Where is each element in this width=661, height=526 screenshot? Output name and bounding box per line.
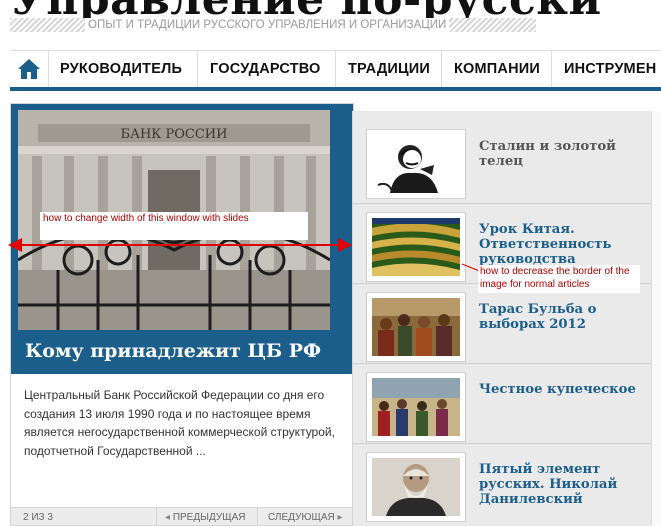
annotation-arrows <box>8 238 483 273</box>
annotation-image-border-text: how to decrease the border of the image … <box>480 266 630 290</box>
annotation-image-border: how to decrease the border of the image … <box>478 265 640 293</box>
